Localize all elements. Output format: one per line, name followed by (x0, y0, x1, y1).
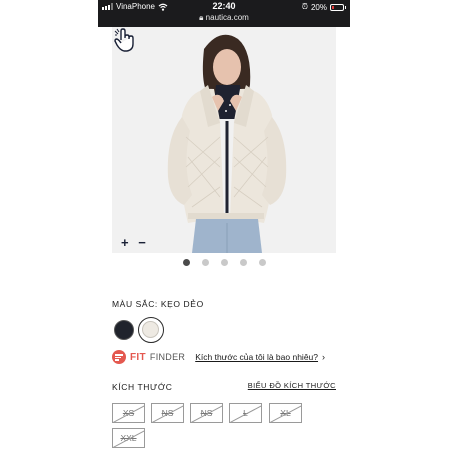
lock-icon: 🔒︎ (199, 13, 204, 22)
size-option-l[interactable]: L (229, 403, 262, 423)
carousel-dot[interactable] (201, 259, 209, 266)
hand-pointer-icon[interactable] (112, 27, 138, 53)
size-option-ns-2[interactable]: NS (190, 403, 223, 423)
swatch-navy[interactable] (114, 320, 134, 340)
carousel-dot[interactable] (258, 259, 266, 266)
battery-percent: 20% (310, 2, 327, 12)
fit-finder-row: FIT FINDER Kích thước của tôi là bao nhi… (112, 350, 325, 364)
size-option-xl[interactable]: XL (269, 403, 302, 423)
size-option-xxl[interactable]: XXL (112, 428, 145, 448)
fit-finder-icon (112, 350, 126, 364)
fit-finder-brand-finder: FINDER (149, 352, 186, 362)
fit-finder-link[interactable]: Kích thước của tôi là bao nhiêu? (195, 352, 318, 362)
chevron-right-icon: › (322, 352, 326, 362)
carousel-dot[interactable] (182, 259, 190, 266)
alarm-icon: ⏰︎ (301, 2, 308, 11)
product-image[interactable]: + − (112, 27, 336, 253)
model-illustration (112, 27, 336, 253)
phone-screen: VinaPhone 22:40 🔒︎ nautica.com ⏰︎ 20% + … (98, 0, 350, 449)
url-bar[interactable]: 🔒︎ nautica.com (98, 13, 350, 23)
swatch-cream-selected[interactable] (138, 317, 164, 343)
size-chart-link[interactable]: BIỂU ĐỒ KÍCH THƯỚC (248, 381, 336, 390)
swatch-cream (142, 321, 159, 338)
size-option-ns[interactable]: NS (151, 403, 184, 423)
url-text: nautica.com (205, 13, 249, 22)
fit-finder-brand-fit: FIT (130, 351, 146, 363)
carousel-dot[interactable] (220, 259, 228, 266)
zoom-controls[interactable]: + − (121, 235, 149, 250)
size-label: KÍCH THƯỚC (112, 382, 173, 392)
carousel-dot[interactable] (239, 259, 247, 266)
status-right: ⏰︎ 20% (302, 2, 346, 12)
carousel-dots (98, 259, 350, 266)
size-option-xs[interactable]: XS (112, 403, 145, 423)
color-label: MÀU SẮC: KẸO DẺO (112, 299, 204, 309)
status-bar: VinaPhone 22:40 🔒︎ nautica.com ⏰︎ 20% (98, 0, 350, 27)
battery-icon (330, 3, 344, 11)
